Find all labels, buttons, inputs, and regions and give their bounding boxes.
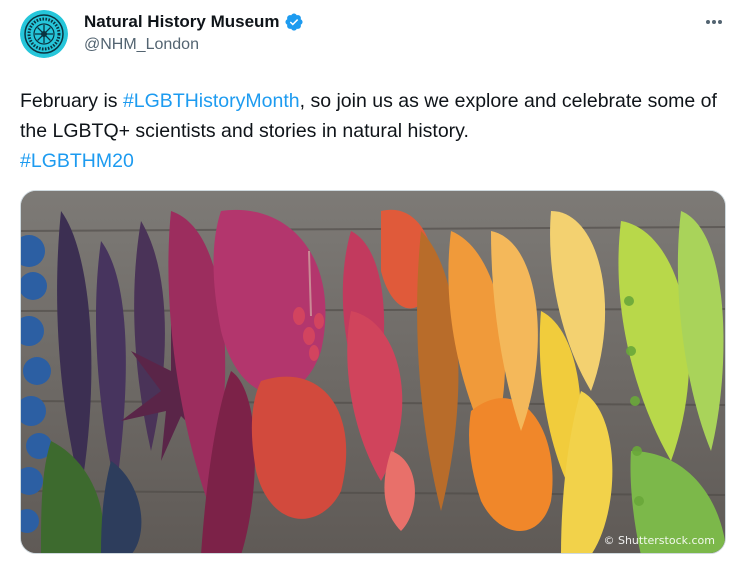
tweet-text: February is #LGBTHistoryMonth, so join u… xyxy=(20,86,726,176)
name-row: Natural History Museum xyxy=(84,10,304,34)
more-options-icon xyxy=(706,20,722,24)
verified-badge-icon[interactable] xyxy=(284,12,304,32)
media-image[interactable]: © Shutterstock.com xyxy=(20,190,726,554)
watermark: © Shutterstock.com xyxy=(603,534,715,547)
more-options-button[interactable] xyxy=(702,12,726,32)
hashtag-link[interactable]: #LGBTHistoryMonth xyxy=(123,90,300,112)
nhm-logo-icon xyxy=(20,10,68,58)
display-name[interactable]: Natural History Museum xyxy=(84,12,280,32)
hashtag-link[interactable]: #LGBTHM20 xyxy=(20,150,134,172)
handle[interactable]: @NHM_London xyxy=(84,36,304,54)
avatar[interactable] xyxy=(20,10,68,58)
autumn-leaves-photo xyxy=(21,191,725,553)
tweet: Natural History Museum @NHM_London Febru… xyxy=(0,0,742,572)
text-segment: February is xyxy=(20,90,123,112)
tweet-header: Natural History Museum @NHM_London xyxy=(84,10,304,54)
